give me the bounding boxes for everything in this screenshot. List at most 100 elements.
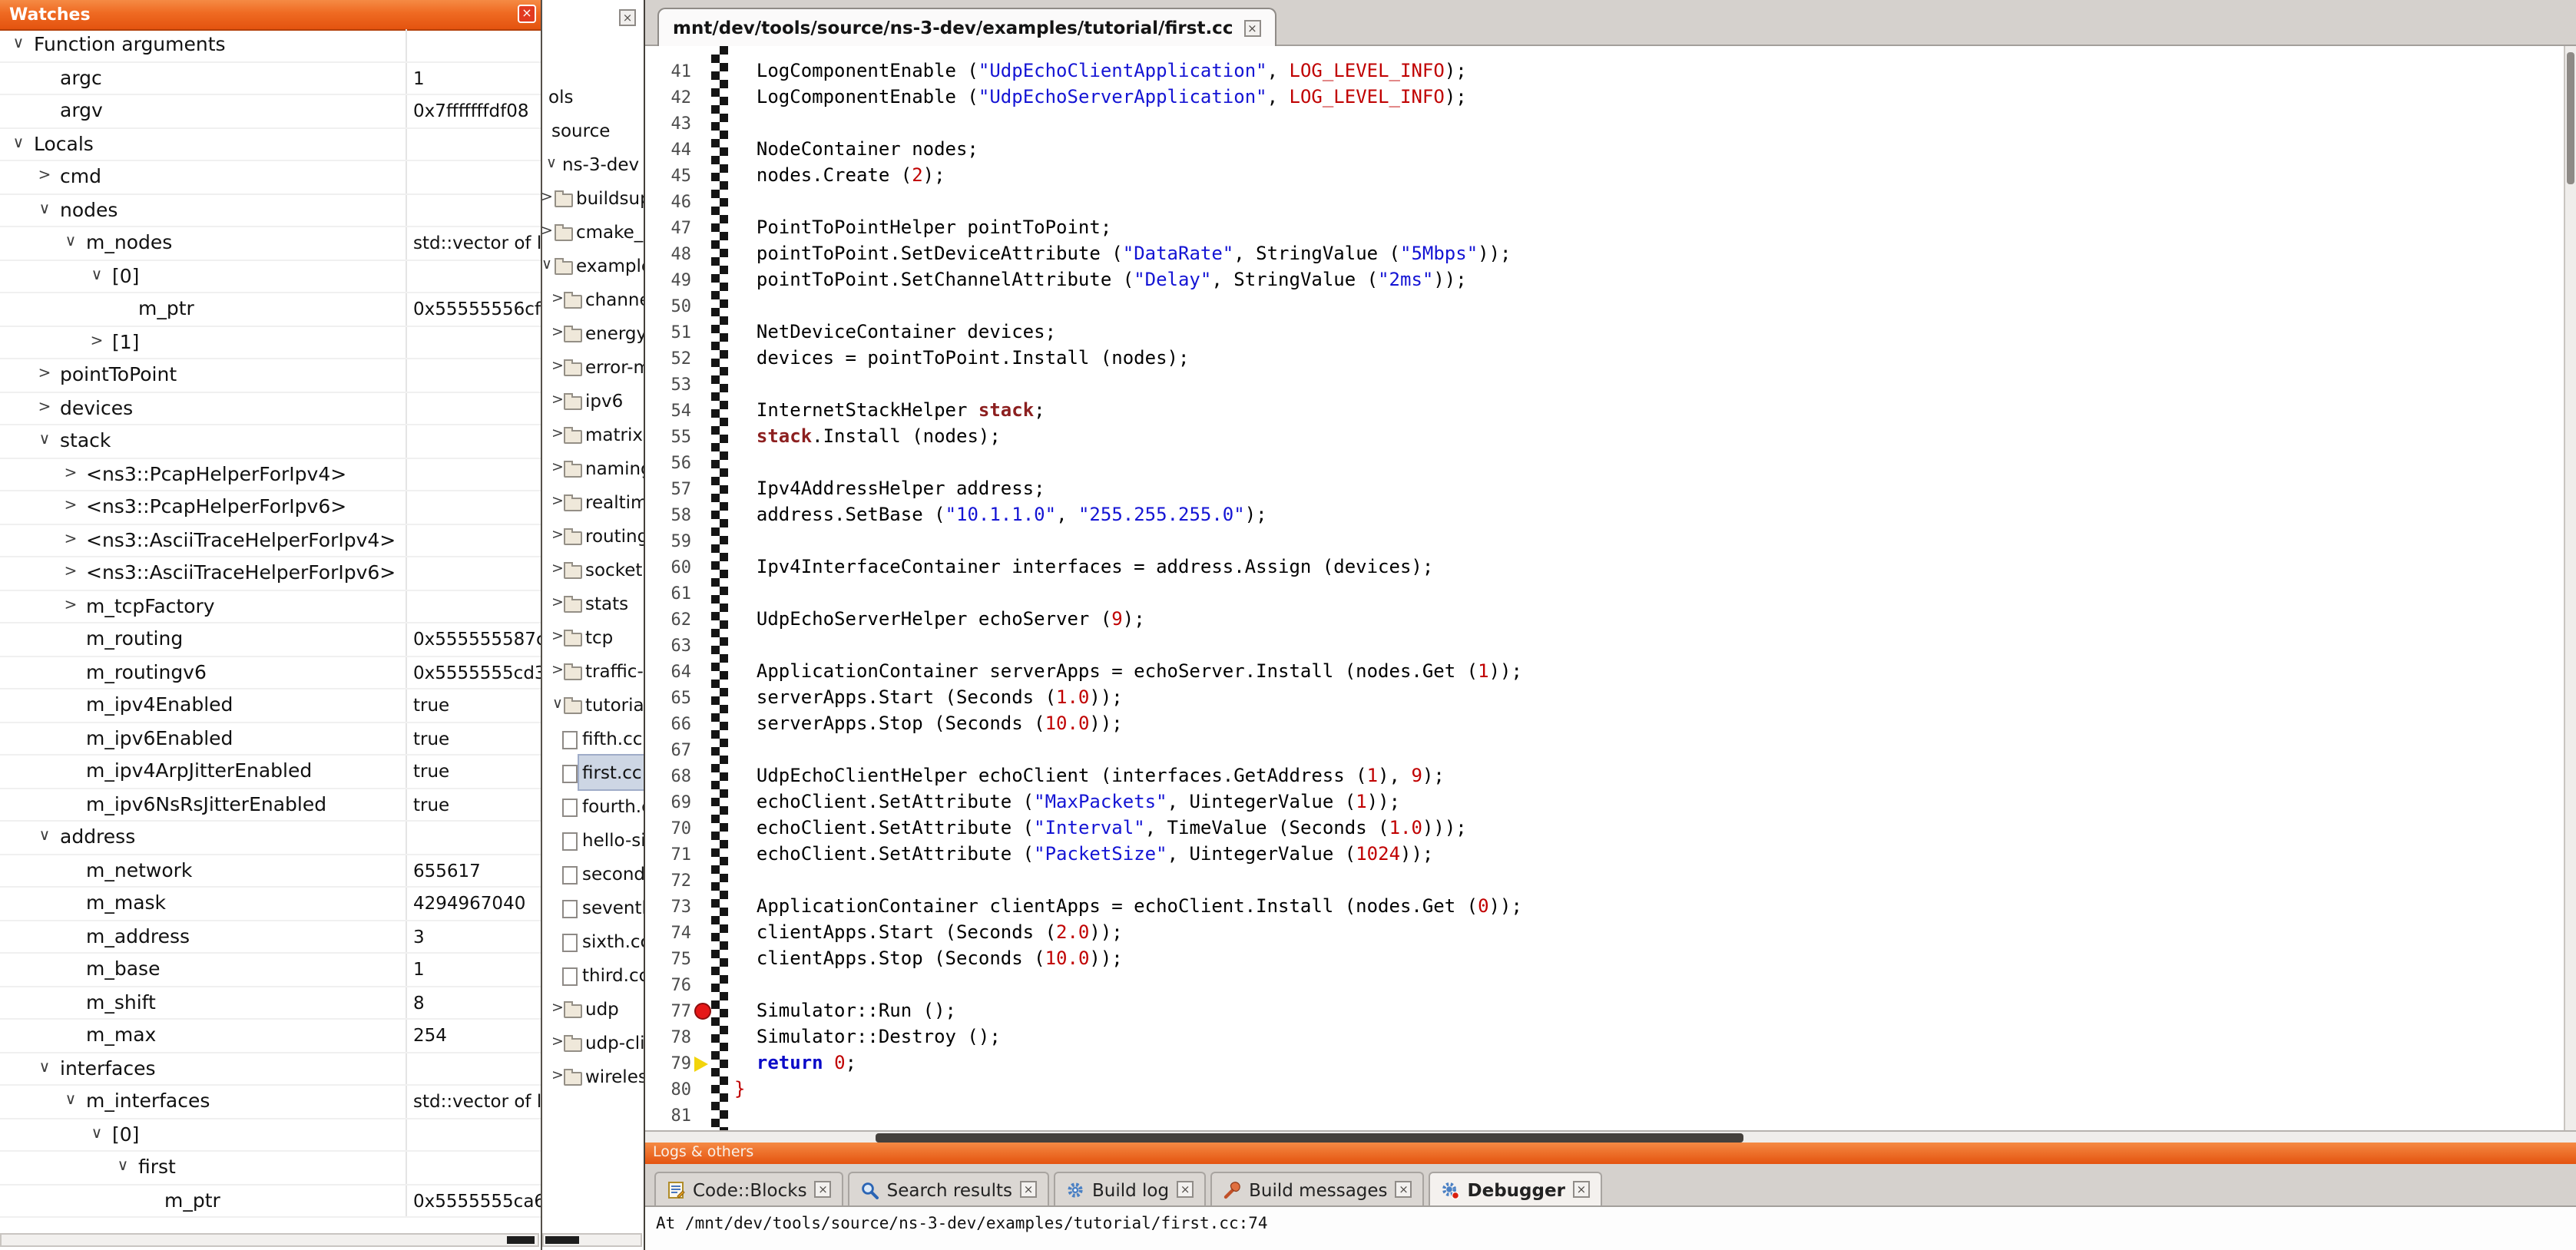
line-number[interactable]: 65 xyxy=(645,685,691,711)
code-line[interactable]: 71 echoClient.SetAttribute ("PacketSize"… xyxy=(645,842,2564,868)
watch-row[interactable]: >m_tcpFactory xyxy=(0,590,541,623)
code-line[interactable]: 54 InternetStackHelper stack; xyxy=(645,398,2564,424)
code-line[interactable]: 41 LogComponentEnable ("UdpEchoClientApp… xyxy=(645,58,2564,84)
projects-hscrollbar[interactable] xyxy=(542,1233,642,1247)
line-number[interactable]: 80 xyxy=(645,1076,691,1103)
code-line[interactable]: 51 NetDeviceContainer devices; xyxy=(645,319,2564,346)
expand-icon[interactable]: > xyxy=(34,161,55,193)
watch-row[interactable]: ∨interfaces xyxy=(0,1053,541,1086)
line-number[interactable]: 81 xyxy=(645,1103,691,1129)
code-line[interactable]: 43 xyxy=(645,111,2564,137)
line-number[interactable]: 53 xyxy=(645,372,691,398)
tree-item-channel-mod[interactable]: >channel-mod xyxy=(542,283,644,316)
line-number[interactable]: 72 xyxy=(645,868,691,894)
watch-row[interactable]: m_ipv4Enabledtrue xyxy=(0,689,541,723)
code-line[interactable]: 49 pointToPoint.SetChannelAttribute ("De… xyxy=(645,267,2564,293)
expand-icon[interactable]: > xyxy=(60,557,81,589)
code-line[interactable]: 68 UdpEchoClientHelper echoClient (inter… xyxy=(645,763,2564,789)
expand-icon[interactable]: > xyxy=(34,392,55,424)
code-line[interactable]: 81 xyxy=(645,1103,2564,1129)
code-line[interactable]: 77 Simulator::Run (); xyxy=(645,998,2564,1024)
code-line[interactable]: 56 xyxy=(645,450,2564,476)
collapse-icon[interactable]: ∨ xyxy=(60,227,81,259)
code-line[interactable]: 80} xyxy=(645,1076,2564,1103)
watch-row[interactable]: >pointToPoint xyxy=(0,359,541,392)
line-number[interactable]: 61 xyxy=(645,580,691,607)
line-number[interactable]: 56 xyxy=(645,450,691,476)
code-line[interactable]: 55 stack.Install (nodes); xyxy=(645,424,2564,450)
code-line[interactable]: 65 serverApps.Start (Seconds (1.0)); xyxy=(645,685,2564,711)
line-number[interactable]: 42 xyxy=(645,84,691,111)
expand-icon[interactable]: > xyxy=(34,359,55,391)
editor-hscrollbar-thumb[interactable] xyxy=(876,1133,1743,1143)
tab-code-blocks[interactable]: Code::Blocks× xyxy=(654,1172,844,1205)
line-number[interactable]: 67 xyxy=(645,737,691,763)
tree-item-fourth-cc[interactable]: fourth.cc xyxy=(542,789,644,823)
tree-item-udp[interactable]: >udp xyxy=(542,992,644,1026)
code-line[interactable]: 72 xyxy=(645,868,2564,894)
tree-item-ols[interactable]: ols xyxy=(542,80,644,114)
line-number[interactable]: 54 xyxy=(645,398,691,424)
watch-row[interactable]: argv0x7fffffffdf08 xyxy=(0,95,541,128)
tab-close-button[interactable]: × xyxy=(815,1181,832,1198)
line-number[interactable]: 48 xyxy=(645,241,691,267)
line-number[interactable]: 71 xyxy=(645,842,691,868)
tree-item-routing[interactable]: >routing xyxy=(542,519,644,553)
tree-item-matrix-topol[interactable]: >matrix-topol xyxy=(542,418,644,451)
collapse-icon[interactable]: ∨ xyxy=(8,29,29,61)
editor-vscrollbar-thumb[interactable] xyxy=(2567,52,2574,184)
code-line[interactable]: 62 UdpEchoServerHelper echoServer (9); xyxy=(645,607,2564,633)
watches-hscrollbar-thumb[interactable] xyxy=(507,1236,535,1244)
collapse-icon[interactable]: ∨ xyxy=(60,1086,81,1117)
projects-hscrollbar-thumb[interactable] xyxy=(545,1236,579,1244)
line-number[interactable]: 55 xyxy=(645,424,691,450)
watch-row[interactable]: ∨stack xyxy=(0,425,541,458)
watch-row[interactable]: ∨m_interfacesstd::vector of length 2, ca… xyxy=(0,1086,541,1119)
line-number[interactable]: 45 xyxy=(645,163,691,189)
code-line[interactable]: 75 clientApps.Stop (Seconds (10.0)); xyxy=(645,946,2564,972)
watch-row[interactable]: ∨Locals xyxy=(0,128,541,161)
code-line[interactable]: 48 pointToPoint.SetDeviceAttribute ("Dat… xyxy=(645,241,2564,267)
watch-row[interactable]: m_routing0x555555587c50 xyxy=(0,623,541,656)
code-line[interactable]: 52 devices = pointToPoint.Install (nodes… xyxy=(645,346,2564,372)
collapse-icon[interactable]: ∨ xyxy=(34,822,55,853)
code-line[interactable]: 74 clientApps.Start (Seconds (2.0)); xyxy=(645,920,2564,946)
collapse-icon[interactable]: ∨ xyxy=(112,1152,134,1183)
tree-item-wireless[interactable]: >wireless xyxy=(542,1060,644,1093)
watch-row[interactable]: m_ipv4ArpJitterEnabledtrue xyxy=(0,756,541,789)
code-line[interactable]: 53 xyxy=(645,372,2564,398)
watch-row[interactable]: ><ns3::PcapHelperForIpv4> xyxy=(0,458,541,491)
tab-close-button[interactable]: × xyxy=(1396,1181,1412,1198)
tab-build-log[interactable]: Build log× xyxy=(1054,1172,1206,1205)
tree-item-source[interactable]: source xyxy=(542,114,644,147)
code-line[interactable]: 45 nodes.Create (2); xyxy=(645,163,2564,189)
tab-close-button[interactable]: × xyxy=(1020,1181,1037,1198)
code-line[interactable]: 79 return 0; xyxy=(645,1050,2564,1076)
code-line[interactable]: 46 xyxy=(645,189,2564,215)
tree-item-fifth-cc[interactable]: fifth.cc xyxy=(542,722,644,756)
watch-row[interactable]: ><ns3::PcapHelperForIpv6> xyxy=(0,491,541,524)
line-number[interactable]: 74 xyxy=(645,920,691,946)
code-line[interactable]: 69 echoClient.SetAttribute ("MaxPackets"… xyxy=(645,789,2564,815)
code-line[interactable]: 70 echoClient.SetAttribute ("Interval", … xyxy=(645,815,2564,842)
tree-item-stats[interactable]: >stats xyxy=(542,587,644,620)
collapse-icon[interactable]: ∨ xyxy=(542,147,561,181)
code-area[interactable]: 41 LogComponentEnable ("UdpEchoClientApp… xyxy=(645,46,2576,1130)
tab-close-button[interactable]: × xyxy=(1573,1181,1590,1198)
line-number[interactable]: 73 xyxy=(645,894,691,920)
line-number[interactable]: 59 xyxy=(645,528,691,554)
line-number[interactable]: 51 xyxy=(645,319,691,346)
tree-item-udp-client-ser[interactable]: >udp-client-ser xyxy=(542,1026,644,1060)
editor-vscrollbar[interactable] xyxy=(2564,46,2576,1130)
tree-item-hello-simul[interactable]: hello-simul xyxy=(542,823,644,857)
watch-row[interactable]: >devices xyxy=(0,392,541,425)
tree-item-tcp[interactable]: >tcp xyxy=(542,620,644,654)
watch-row[interactable]: m_address3 xyxy=(0,921,541,954)
watch-row[interactable]: ><ns3::AsciiTraceHelperForIpv6> xyxy=(0,557,541,590)
tree-item-error-model[interactable]: >error-model xyxy=(542,350,644,384)
projects-close-button[interactable]: × xyxy=(619,9,636,26)
line-number[interactable]: 49 xyxy=(645,267,691,293)
watch-row[interactable]: >cmd xyxy=(0,161,541,194)
watches-hscrollbar[interactable] xyxy=(0,1233,539,1247)
line-number[interactable]: 58 xyxy=(645,502,691,528)
